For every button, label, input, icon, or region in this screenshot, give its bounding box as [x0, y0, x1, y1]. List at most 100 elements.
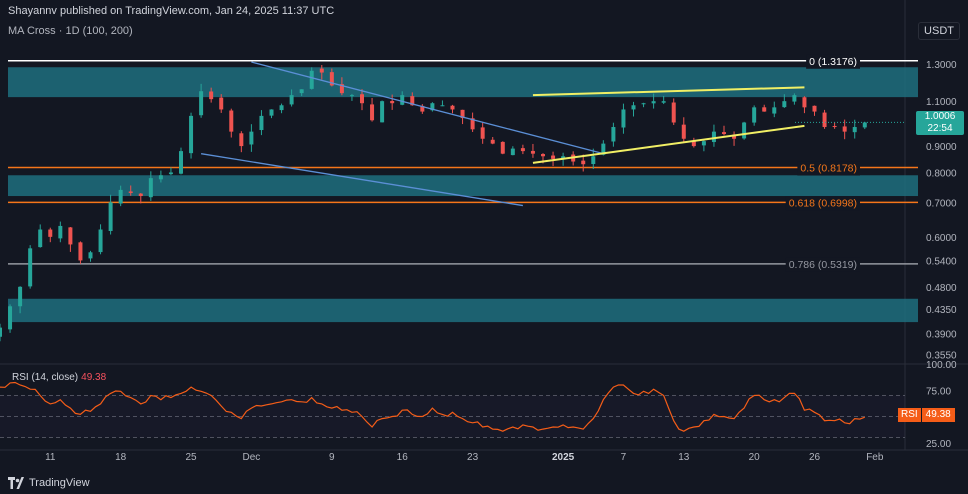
- price-tick-label: 0.4800: [926, 283, 957, 294]
- candle-body: [772, 107, 777, 114]
- time-tick-label: 13: [678, 452, 690, 463]
- candle-body: [822, 112, 827, 128]
- candle-body: [299, 89, 304, 94]
- candle-body: [681, 124, 686, 139]
- last-price-tag: 1.0006 22:54: [916, 111, 964, 135]
- candle-body: [520, 148, 525, 152]
- candle-body: [591, 156, 596, 165]
- time-tick-label: 26: [809, 452, 821, 463]
- price-tick-label: 0.5400: [926, 256, 957, 267]
- candle-body: [752, 107, 757, 123]
- tradingview-logo-text: TradingView: [29, 477, 90, 489]
- candle-body: [88, 252, 93, 259]
- candle-body: [168, 172, 173, 175]
- support-resistance-zone: [8, 67, 918, 98]
- candle-body: [319, 68, 324, 73]
- candle-body: [611, 127, 616, 142]
- price-tick-label: 0.9000: [926, 142, 957, 153]
- candle-body: [219, 97, 224, 110]
- candle-body: [722, 132, 726, 134]
- candle-body: [148, 178, 153, 198]
- rsi-tick-label: 75.00: [926, 386, 951, 397]
- candle-body: [671, 102, 676, 123]
- candle-body: [852, 127, 857, 133]
- candle-body: [762, 107, 767, 112]
- candle-body: [832, 125, 837, 128]
- candle-body: [842, 126, 847, 132]
- tradingview-logo-icon: [8, 477, 24, 489]
- candle-body: [229, 110, 234, 132]
- candle-body: [490, 139, 495, 144]
- candle-body: [641, 103, 646, 105]
- candle-body: [551, 155, 556, 159]
- candle-body: [18, 286, 23, 307]
- price-chart[interactable]: 0 (1.3176) 0.5 (0.8178) 0.618 (0.6998) 0.78…: [0, 0, 968, 494]
- time-tick-label: 25: [185, 452, 197, 463]
- last-price: 1.0006: [924, 111, 956, 122]
- fib-level-label: 0.5 (0.8178): [800, 163, 857, 175]
- candle-body: [28, 248, 33, 287]
- candle-body: [259, 115, 264, 131]
- time-tick-label: 2025: [552, 452, 575, 463]
- price-tick-label: 0.6000: [926, 233, 957, 244]
- price-tick-label: 1.1000: [926, 97, 957, 108]
- candle-body: [189, 115, 194, 154]
- candle-body: [651, 101, 656, 104]
- candle-body: [701, 141, 706, 146]
- candle-body: [58, 225, 63, 239]
- candle-body: [289, 95, 294, 105]
- time-tick-label: 20: [749, 452, 761, 463]
- candle-body: [138, 193, 143, 197]
- candle-body: [118, 189, 123, 204]
- candle-body: [98, 229, 103, 253]
- candle-body: [128, 191, 133, 193]
- time-tick-label: Dec: [242, 452, 260, 463]
- rsi-value-tag: RSI 49.38: [898, 408, 955, 422]
- time-tick-label: 11: [45, 452, 56, 463]
- rsi-legend-label: RSI (14, close): [12, 372, 79, 383]
- candle-body: [0, 327, 2, 337]
- price-tick-label: 1.3000: [926, 60, 957, 71]
- candle-body: [812, 105, 817, 112]
- candle-body: [38, 229, 43, 248]
- candle-body: [500, 141, 505, 154]
- time-tick-label: 18: [115, 452, 127, 463]
- price-tick-label: 0.8000: [926, 168, 957, 179]
- tradingview-logo[interactable]: TradingView: [8, 477, 90, 489]
- candle-body: [661, 101, 666, 103]
- price-tick-label: 0.7000: [926, 198, 957, 209]
- price-tick-label: 0.3900: [926, 329, 957, 340]
- candle-body: [631, 105, 636, 110]
- time-tick-label: 16: [397, 452, 409, 463]
- candle-body: [309, 70, 314, 89]
- candle-body: [380, 101, 385, 123]
- rsi-tag-value: 49.38: [921, 408, 955, 422]
- support-resistance-zone: [8, 298, 918, 323]
- trendline-yellow[interactable]: [532, 124, 805, 164]
- candle-body: [78, 242, 83, 261]
- rsi-tick-label: 100.00: [926, 360, 957, 371]
- rsi-tick-label: 25.00: [926, 439, 951, 450]
- candle-body: [782, 101, 787, 108]
- fib-level-label: 0.618 (0.6998): [789, 197, 857, 209]
- candle-body: [541, 154, 545, 157]
- rsi-legend[interactable]: RSI (14, close) 49.38: [12, 372, 106, 383]
- fib-level-label: 0 (1.3176): [809, 56, 857, 68]
- candle-body: [199, 91, 204, 116]
- candle-body: [158, 175, 163, 180]
- candle-body: [802, 97, 807, 108]
- candle-body: [862, 122, 867, 128]
- candle-body: [48, 229, 53, 237]
- indicator-legend[interactable]: MA Cross · 1D (100, 200): [8, 25, 133, 37]
- candle-body: [530, 150, 535, 154]
- candle-body: [8, 306, 13, 330]
- candle-body: [370, 104, 375, 121]
- candle-body: [390, 100, 395, 104]
- candle-body: [68, 227, 73, 245]
- currency-button[interactable]: USDT: [918, 22, 960, 40]
- candle-body: [792, 95, 797, 102]
- candle-body: [711, 131, 716, 143]
- candle-body: [108, 202, 113, 231]
- chart-stage: 0 (1.3176) 0.5 (0.8178) 0.618 (0.6998) 0.78…: [0, 0, 968, 494]
- time-tick-label: 23: [467, 452, 479, 463]
